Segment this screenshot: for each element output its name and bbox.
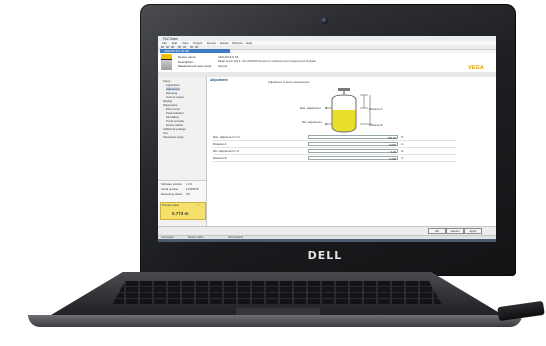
- summary-value: OK: [186, 192, 191, 196]
- vega-logo: VEGA: [468, 65, 484, 71]
- max-adjustment-percent-input[interactable]: 100.00: [308, 134, 398, 140]
- download-icon[interactable]: [195, 45, 198, 49]
- device-name-key: Device name:: [178, 55, 197, 59]
- min-adjustment-label: Min. adjustment: [302, 120, 322, 124]
- ambient-light-sensor: [356, 19, 358, 21]
- measurement-loop-value: Sensor: [218, 64, 228, 68]
- device-info-header: [158, 53, 496, 73]
- open-icon[interactable]: [166, 45, 169, 49]
- device-picture: [161, 54, 172, 70]
- field-row: Min. adjustment in % 0.00 %: [213, 148, 457, 155]
- upload-icon[interactable]: [190, 45, 193, 49]
- webcam: [321, 17, 328, 24]
- field-row: Max. adjustment in % 100.00 %: [213, 134, 457, 141]
- apply-button[interactable]: Apply: [464, 228, 482, 234]
- taskbar: [158, 239, 496, 242]
- field-unit: m: [401, 156, 404, 161]
- summary-key: Measuring status: [161, 192, 183, 196]
- laptop-screen: PACTware File Edit View Project Device E…: [158, 36, 496, 242]
- primary-value: 0.773 m: [172, 211, 189, 216]
- max-adjustment-label: Max. adjustment: [300, 106, 321, 110]
- ok-button[interactable]: OK: [428, 228, 446, 234]
- distance-b-input[interactable]: 1.000: [308, 155, 398, 161]
- field-unit: m: [401, 142, 404, 147]
- primary-value-label: Primary value: [162, 203, 180, 207]
- description-key: Description:: [178, 59, 194, 64]
- distance-b-label: Distance B: [369, 123, 383, 127]
- sidebar-item[interactable]: Parameter setup: [163, 135, 184, 139]
- new-icon[interactable]: [161, 45, 164, 49]
- field-label: Distance A: [213, 142, 227, 147]
- measurement-loop-key: Measurement loop name:: [178, 64, 213, 68]
- disconnect-icon[interactable]: [183, 45, 186, 49]
- field-row: Distance A 0.000 m: [213, 141, 457, 148]
- field-unit: %: [401, 135, 404, 140]
- device-name-value: VEGAPULS 64: [218, 55, 239, 59]
- tank-diagram: [324, 88, 372, 133]
- window-title: PACTware: [163, 36, 178, 41]
- field-label: Min. adjustment in %: [213, 149, 239, 154]
- info-icon: i: [198, 203, 199, 207]
- distance-a-input[interactable]: 0.000: [308, 141, 398, 147]
- webcam-indicator: [292, 19, 294, 21]
- brand-logo: DELL: [307, 249, 343, 262]
- summary-key: Software version: [161, 182, 182, 186]
- distance-a-label: Distance A: [369, 107, 383, 111]
- page-description: Adjustment of level measurement: [268, 79, 310, 84]
- summary-key: Serial number: [161, 187, 179, 191]
- description-value: Radar sensor with 4...20 mA/HART two-wir…: [218, 59, 316, 63]
- field-unit: %: [401, 149, 404, 154]
- keyboard-rows: [112, 281, 442, 305]
- field-row: Distance B 1.000 m: [213, 155, 457, 162]
- summary-value: 12345678: [186, 187, 199, 191]
- summary-value: 1.0.0: [186, 182, 193, 186]
- field-label: Max. adjustment in %: [213, 135, 240, 140]
- min-adjustment-percent-input[interactable]: 0.00: [308, 148, 398, 154]
- field-label: Distance B: [213, 156, 227, 161]
- page-title: Adjustment: [210, 78, 228, 82]
- save-icon[interactable]: [171, 45, 174, 49]
- cancel-button[interactable]: Cancel: [446, 228, 464, 234]
- laptop-front-edge: [28, 315, 522, 327]
- connect-icon[interactable]: [178, 45, 181, 49]
